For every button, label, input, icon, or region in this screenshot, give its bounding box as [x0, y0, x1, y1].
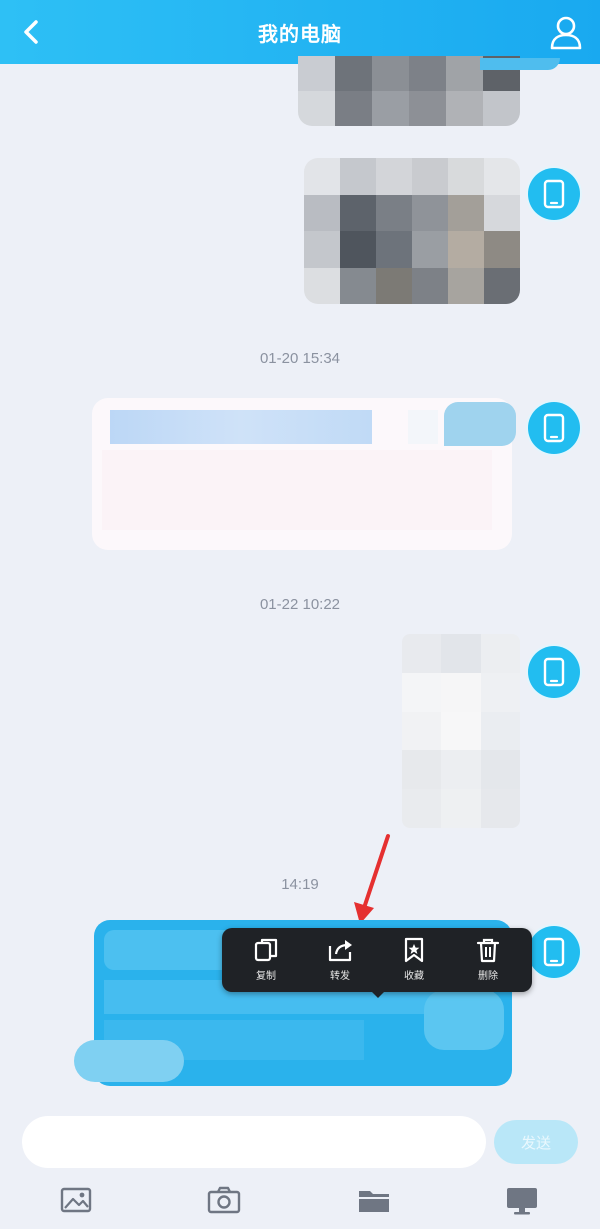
phone-icon — [543, 937, 565, 967]
page-title: 我的电脑 — [258, 24, 342, 46]
menu-item-label: 删除 — [478, 971, 498, 982]
avatar[interactable] — [528, 402, 580, 454]
computer-icon — [507, 1188, 537, 1215]
avatar[interactable] — [528, 646, 580, 698]
menu-caret — [368, 988, 388, 998]
user-icon — [550, 16, 582, 50]
image-message[interactable] — [304, 158, 520, 304]
menu-item-label: 复制 — [256, 971, 276, 982]
phone-icon — [543, 413, 565, 443]
blurred-text — [408, 410, 438, 444]
timestamp: 01-20 15:34 — [259, 350, 341, 367]
send-button[interactable]: 发送 — [494, 1120, 578, 1164]
image-message-tail — [480, 58, 560, 70]
share-icon — [328, 940, 352, 962]
bottom-toolbar — [0, 1176, 600, 1229]
bookmark-icon — [404, 937, 424, 963]
timestamp: 01-22 10:22 — [259, 596, 341, 613]
blurred-text — [424, 990, 504, 1050]
menu-item-forward[interactable]: 转发 — [312, 936, 368, 986]
menu-item-copy[interactable]: 复制 — [238, 936, 294, 986]
folder-button[interactable] — [356, 1182, 392, 1218]
image-button[interactable] — [58, 1182, 94, 1218]
camera-button[interactable] — [206, 1182, 242, 1218]
camera-icon — [207, 1186, 241, 1214]
blurred-overlay — [74, 1040, 184, 1082]
copy-icon — [254, 938, 278, 962]
trash-icon — [476, 938, 500, 963]
message-input[interactable] — [22, 1116, 486, 1168]
menu-item-label: 收藏 — [404, 971, 424, 982]
computer-button[interactable] — [504, 1182, 540, 1218]
menu-item-label: 转发 — [330, 971, 350, 982]
blurred-text — [444, 402, 516, 446]
avatar[interactable] — [528, 926, 580, 978]
context-menu: 复制 转发 收藏 删除 — [222, 928, 532, 998]
menu-item-favorite[interactable]: 收藏 — [386, 936, 442, 986]
folder-icon — [359, 1191, 389, 1212]
profile-button[interactable] — [546, 12, 586, 52]
menu-item-delete[interactable]: 删除 — [460, 936, 516, 986]
blurred-text — [102, 450, 492, 530]
blurred-text — [110, 410, 372, 444]
header-bar: 我的电脑 — [0, 0, 600, 64]
avatar[interactable] — [528, 168, 580, 220]
chat-page: 我的电脑 01-20 15:34 01-22 10:22 14:19 复制 转发… — [0, 0, 600, 1229]
phone-icon — [543, 179, 565, 209]
phone-icon — [543, 657, 565, 687]
text-message[interactable] — [92, 398, 516, 550]
timestamp: 14:19 — [281, 876, 319, 893]
image-message[interactable] — [402, 634, 520, 828]
image-icon — [60, 1187, 92, 1213]
